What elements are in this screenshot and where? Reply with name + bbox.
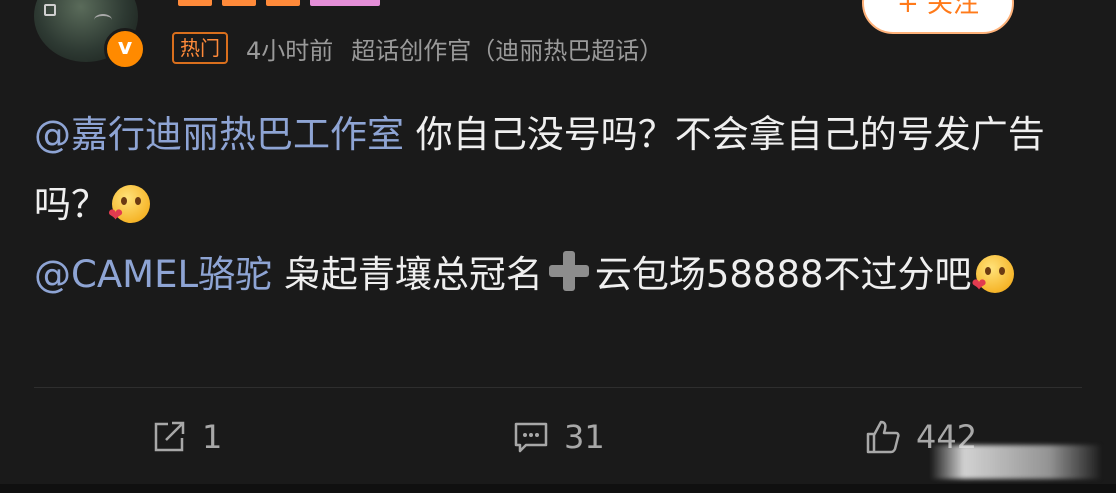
repost-icon	[154, 421, 185, 452]
post-content: @嘉行迪丽热巴工作室 你自己没号吗？不会拿自己的号发广告吗？ ❤ @CAMEL骆驼…	[34, 100, 1084, 310]
mention-link[interactable]: @嘉行迪丽热巴工作室	[34, 113, 404, 156]
post-time: 4小时前	[246, 36, 334, 65]
username-cropped[interactable]	[178, 0, 390, 6]
post-text: 云包场58888不过分吧	[594, 253, 972, 296]
post-source[interactable]: 超话创作官（迪丽热巴超话）	[351, 31, 663, 66]
comment-button[interactable]: 31	[512, 412, 605, 462]
post-text: 枭起青壤总冠名	[272, 253, 543, 296]
plus-emoji-icon	[547, 249, 591, 293]
repost-button[interactable]: 1	[150, 412, 222, 462]
blushing-face-emoji-icon: ❤	[972, 255, 1014, 295]
comment-icon	[514, 422, 548, 453]
username-fragment	[178, 0, 212, 6]
watermark-overlay	[930, 445, 1100, 479]
bottom-edge	[0, 484, 1116, 493]
username-fragment	[310, 0, 380, 6]
mention-link[interactable]: @CAMEL骆驼	[34, 253, 272, 296]
avatar-decoration	[44, 4, 56, 16]
repost-count: 1	[202, 418, 223, 456]
thumbs-up-icon	[866, 420, 900, 454]
follow-button[interactable]: + 关注	[862, 0, 1014, 34]
divider	[34, 387, 1082, 388]
comment-count: 31	[564, 418, 605, 456]
username-fragment	[266, 0, 300, 6]
avatar-decoration	[94, 14, 112, 26]
verified-badge-icon: v	[104, 28, 146, 70]
post-meta: 热门 4小时前 超话创作官（迪丽热巴超话）	[172, 30, 663, 66]
blushing-face-emoji-icon: ❤	[108, 185, 150, 225]
username-fragment	[222, 0, 256, 6]
hot-badge: 热门	[172, 32, 228, 64]
post-header: v + 关注 热门 4小时前 超话创作官（迪丽热巴超话）	[0, 0, 1116, 80]
